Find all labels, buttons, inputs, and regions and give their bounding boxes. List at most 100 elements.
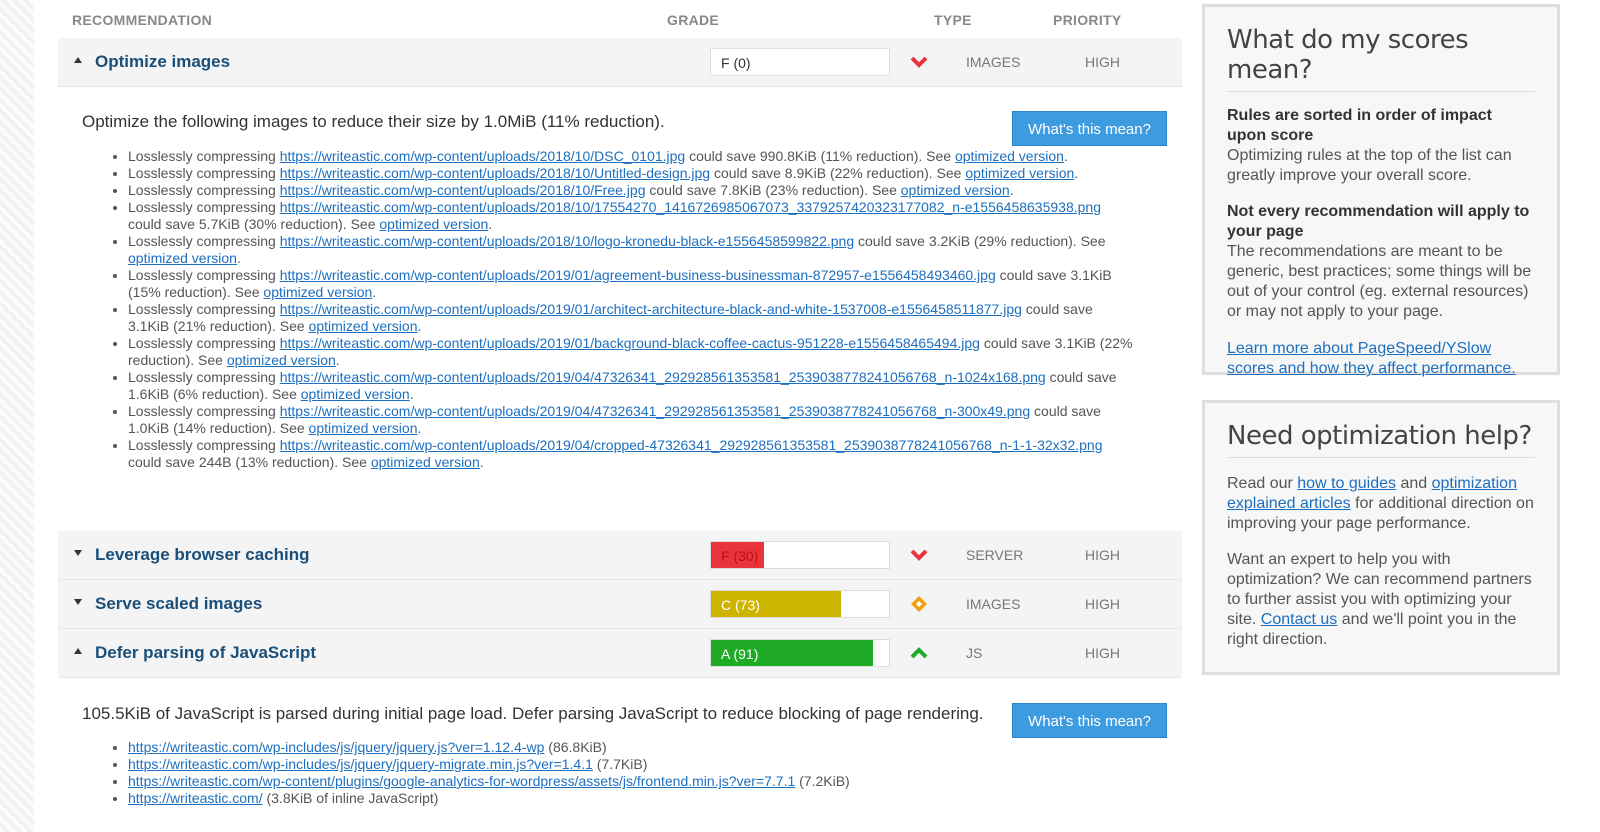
grade-label: C (73) (721, 597, 760, 613)
resource-text: Losslessly compressing (128, 437, 280, 453)
expand-caret-icon[interactable] (74, 550, 82, 556)
header-priority: PRIORITY (1053, 12, 1122, 28)
resource-text: Losslessly compressing (128, 182, 280, 198)
resource-list: https://writeastic.com/wp-includes/js/jq… (114, 739, 1134, 807)
resource-url-link[interactable]: https://writeastic.com/wp-content/upload… (280, 369, 1046, 385)
recommendation-title[interactable]: Defer parsing of JavaScript (95, 643, 316, 663)
resource-url-link[interactable]: https://writeastic.com/wp-content/upload… (280, 267, 996, 283)
resource-item: Losslessly compressing https://writeasti… (128, 233, 1134, 267)
header-recommendation: RECOMMENDATION (72, 12, 213, 28)
recommendation-title[interactable]: Leverage browser caching (95, 545, 309, 565)
optimized-version-link[interactable]: optimized version (955, 148, 1064, 164)
collapse-caret-icon[interactable] (74, 648, 82, 654)
resource-list: Losslessly compressing https://writeasti… (114, 148, 1134, 471)
resource-item: Losslessly compressing https://writeasti… (128, 301, 1134, 335)
grade-bar: F (30) (710, 541, 890, 569)
whats-this-mean-button[interactable]: What's this mean? (1012, 111, 1167, 146)
recommendation-row-optimize-images[interactable]: Optimize images F (0) IMAGES HIGH (58, 38, 1182, 87)
resource-text: could save 5.7KiB (30% reduction). See (128, 216, 380, 232)
resource-url-link[interactable]: https://writeastic.com/wp-content/upload… (280, 165, 710, 181)
resource-item: Losslessly compressing https://writeasti… (128, 267, 1134, 301)
resource-url-link[interactable]: https://writeastic.com/wp-content/upload… (280, 233, 854, 249)
trend-down-icon (910, 56, 928, 68)
resource-url-link[interactable]: https://writeastic.com/wp-content/upload… (280, 199, 1101, 215)
optimized-version-link[interactable]: optimized version (263, 284, 372, 300)
trend-neutral-icon (911, 596, 927, 612)
recommendation-priority: HIGH (1085, 645, 1120, 661)
resource-url-link[interactable]: https://writeastic.com/wp-content/plugin… (128, 773, 795, 789)
optimized-version-link[interactable]: optimized version (227, 352, 336, 368)
resource-text: . (479, 454, 484, 470)
resource-text: Losslessly compressing (128, 148, 280, 164)
optimized-version-link[interactable]: optimized version (901, 182, 1010, 198)
header-grade: GRADE (667, 12, 720, 28)
panel-text: and (1396, 475, 1432, 492)
resource-url-link[interactable]: https://writeastic.com/wp-includes/js/jq… (128, 756, 593, 772)
header-type: TYPE (934, 12, 972, 28)
recommendation-row-defer-parsing-javascript[interactable]: Defer parsing of JavaScript A (91) JS HI… (58, 629, 1182, 678)
resource-url-link[interactable]: https://writeastic.com/wp-content/upload… (280, 335, 980, 351)
panel-text: The recommendations are meant to be gene… (1227, 243, 1532, 320)
collapse-caret-icon[interactable] (74, 57, 82, 63)
optimized-version-link[interactable]: optimized version (128, 250, 237, 266)
resource-url-link[interactable]: https://writeastic.com/ (128, 790, 263, 806)
resource-item: https://writeastic.com/ (3.8KiB of inlin… (128, 790, 1134, 807)
resource-item: Losslessly compressing https://writeasti… (128, 182, 1134, 199)
recommendation-row-serve-scaled-images[interactable]: Serve scaled images C (73) IMAGES HIGH (58, 580, 1182, 629)
resource-text: . (372, 284, 377, 300)
expand-caret-icon[interactable] (74, 599, 82, 605)
resource-url-link[interactable]: https://writeastic.com/wp-content/upload… (280, 437, 1103, 453)
recommendations-main: RECOMMENDATION GRADE TYPE PRIORITY Optim… (34, 0, 1182, 832)
resource-item: Losslessly compressing https://writeasti… (128, 148, 1134, 165)
resource-url-link[interactable]: https://writeastic.com/wp-content/upload… (280, 403, 1030, 419)
optimized-version-link[interactable]: optimized version (301, 386, 410, 402)
optimized-version-link[interactable]: optimized version (371, 454, 480, 470)
recommendation-type: IMAGES (966, 54, 1021, 70)
resource-url-link[interactable]: https://writeastic.com/wp-content/upload… (280, 301, 1022, 317)
optimized-version-link[interactable]: optimized version (309, 420, 418, 436)
optimized-version-link[interactable]: optimized version (965, 165, 1074, 181)
scores-help-panel: What do my scores mean? Rules are sorted… (1202, 4, 1560, 377)
resource-item: Losslessly compressing https://writeasti… (128, 403, 1134, 437)
resource-item: https://writeastic.com/wp-includes/js/jq… (128, 756, 1134, 773)
recommendation-priority: HIGH (1085, 547, 1120, 563)
resource-text: could save 990.8KiB (11% reduction). See (685, 148, 955, 164)
recommendation-priority: HIGH (1085, 596, 1120, 612)
resource-text: . (236, 250, 241, 266)
grade-label: F (30) (721, 548, 759, 564)
whats-this-mean-button[interactable]: What's this mean? (1012, 703, 1167, 738)
resource-item: Losslessly compressing https://writeasti… (128, 335, 1134, 369)
grade-bar: F (0) (710, 48, 890, 76)
recommendation-title[interactable]: Optimize images (95, 52, 230, 72)
resource-text: (7.2KiB) (795, 773, 850, 789)
panel-text: Optimizing rules at the top of the list … (1227, 147, 1512, 184)
contact-us-link[interactable]: Contact us (1261, 611, 1337, 628)
grade-label: A (91) (721, 646, 759, 662)
optimized-version-link[interactable]: optimized version (379, 216, 488, 232)
resource-url-link[interactable]: https://writeastic.com/wp-content/upload… (280, 148, 685, 164)
resource-text: Losslessly compressing (128, 369, 280, 385)
recommendation-type: IMAGES (966, 596, 1021, 612)
resource-text: Losslessly compressing (128, 301, 280, 317)
resource-item: Losslessly compressing https://writeasti… (128, 369, 1134, 403)
resource-text: . (417, 420, 422, 436)
resource-text: (86.8KiB) (544, 739, 607, 755)
resource-url-link[interactable]: https://writeastic.com/wp-includes/js/jq… (128, 739, 544, 755)
optimized-version-link[interactable]: optimized version (309, 318, 418, 334)
resource-item: Losslessly compressing https://writeasti… (128, 199, 1134, 233)
resource-text: Losslessly compressing (128, 233, 280, 249)
resource-url-link[interactable]: https://writeastic.com/wp-content/upload… (280, 182, 646, 198)
recommendation-details-defer-parsing: 105.5KiB of JavaScript is parsed during … (58, 678, 1182, 832)
resource-text: (3.8KiB of inline JavaScript) (262, 790, 439, 806)
resource-text: could save 244B (13% reduction). See (128, 454, 371, 470)
sidebar: What do my scores mean? Rules are sorted… (1182, 0, 1600, 832)
resource-text: . (335, 352, 340, 368)
table-header: RECOMMENDATION GRADE TYPE PRIORITY (58, 0, 1158, 40)
how-to-guides-link[interactable]: how to guides (1297, 475, 1396, 492)
recommendation-type: JS (966, 645, 983, 661)
recommendation-row-leverage-browser-caching[interactable]: Leverage browser caching F (30) SERVER H… (58, 531, 1182, 580)
resource-text: Losslessly compressing (128, 403, 280, 419)
recommendation-title[interactable]: Serve scaled images (95, 594, 262, 614)
learn-more-link[interactable]: Learn more about PageSpeed/YSlow scores … (1227, 340, 1516, 377)
page-edge (0, 0, 34, 832)
